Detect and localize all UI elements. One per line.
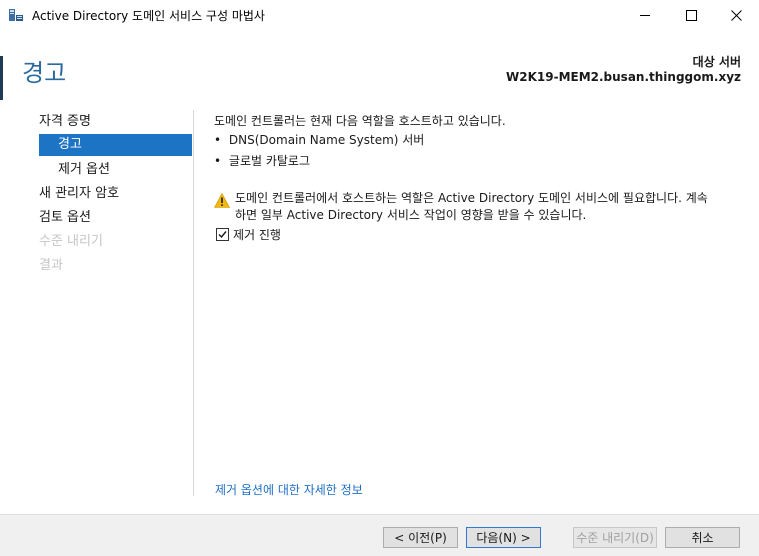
target-server-name: W2K19-MEM2.busan.thinggom.xyz bbox=[506, 70, 741, 84]
nav-item-label: 결과 bbox=[39, 258, 63, 273]
bullet-mark: • bbox=[214, 154, 222, 168]
roles-intro-text: 도메인 컨트롤러는 현재 다음 역할을 호스트하고 있습니다. bbox=[214, 114, 506, 128]
nav-item-label: 자격 증명 bbox=[39, 114, 91, 129]
role-name: DNS(Domain Name System) 서버 bbox=[228, 133, 425, 147]
proceed-removal-checkbox[interactable] bbox=[216, 228, 229, 241]
close-icon bbox=[730, 9, 742, 21]
title-bar: Active Directory 도메인 서비스 구성 마법사 bbox=[0, 0, 759, 30]
wizard-window: Active Directory 도메인 서비스 구성 마법사 경고 대상 서버… bbox=[0, 0, 759, 556]
close-button[interactable] bbox=[713, 0, 759, 30]
previous-button[interactable]: < 이전(P) bbox=[383, 527, 458, 548]
checkmark-icon bbox=[218, 231, 227, 239]
nav-item-label: 검토 옵션 bbox=[39, 210, 91, 225]
minimize-button[interactable] bbox=[622, 0, 668, 30]
role-name: 글로벌 카탈로그 bbox=[228, 154, 311, 168]
cancel-button[interactable]: 취소 bbox=[665, 527, 740, 548]
wizard-footer: < 이전(P) 다음(N) > 수준 내리기(D) 취소 bbox=[0, 514, 759, 556]
minimize-icon bbox=[640, 14, 650, 16]
warning-line: 하면 일부 Active Directory 서비스 작업이 영향을 받을 수 … bbox=[235, 208, 587, 222]
nav-item-label: 경고 bbox=[58, 137, 82, 152]
warning-icon bbox=[213, 192, 231, 208]
nav-item-review-options[interactable]: 검토 옵션 bbox=[39, 207, 91, 229]
nav-item-label: 새 관리자 암호 bbox=[39, 186, 120, 201]
maximize-button[interactable] bbox=[668, 0, 714, 30]
maximize-icon bbox=[685, 9, 697, 21]
server-manager-icon bbox=[8, 7, 24, 23]
target-server-label: 대상 서버 bbox=[692, 55, 741, 69]
warning-line: 도메인 컨트롤러에서 호스트하는 역할은 Active Directory 도메… bbox=[235, 191, 708, 205]
nav-item-results: 결과 bbox=[39, 255, 63, 277]
nav-item-label: 수준 내리기 bbox=[39, 234, 103, 249]
next-button[interactable]: 다음(N) > bbox=[466, 527, 541, 548]
nav-item-credentials[interactable]: 자격 증명 bbox=[39, 111, 91, 133]
bullet-mark: • bbox=[214, 133, 222, 147]
more-info-link[interactable]: 제거 옵션에 대한 자세한 정보 bbox=[215, 481, 363, 498]
nav-item-removal-options[interactable]: 제거 옵션 bbox=[58, 159, 110, 181]
page-title: 경고 bbox=[22, 59, 67, 87]
nav-item-demotion: 수준 내리기 bbox=[39, 231, 103, 253]
demote-button: 수준 내리기(D) bbox=[573, 527, 657, 548]
role-list-item: • 글로벌 카탈로그 bbox=[214, 152, 310, 169]
proceed-removal-label[interactable]: 제거 진행 bbox=[233, 226, 281, 243]
window-edge-accent bbox=[0, 56, 3, 100]
role-list-item: • DNS(Domain Name System) 서버 bbox=[214, 131, 424, 148]
warning-message: 도메인 컨트롤러에서 호스트하는 역할은 Active Directory 도메… bbox=[235, 190, 735, 224]
nav-item-new-admin-password[interactable]: 새 관리자 암호 bbox=[39, 183, 119, 205]
nav-divider bbox=[193, 110, 194, 496]
window-title: Active Directory 도메인 서비스 구성 마법사 bbox=[32, 9, 265, 23]
nav-item-warnings[interactable]: 경고 bbox=[39, 134, 192, 156]
nav-item-label: 제거 옵션 bbox=[58, 162, 110, 177]
